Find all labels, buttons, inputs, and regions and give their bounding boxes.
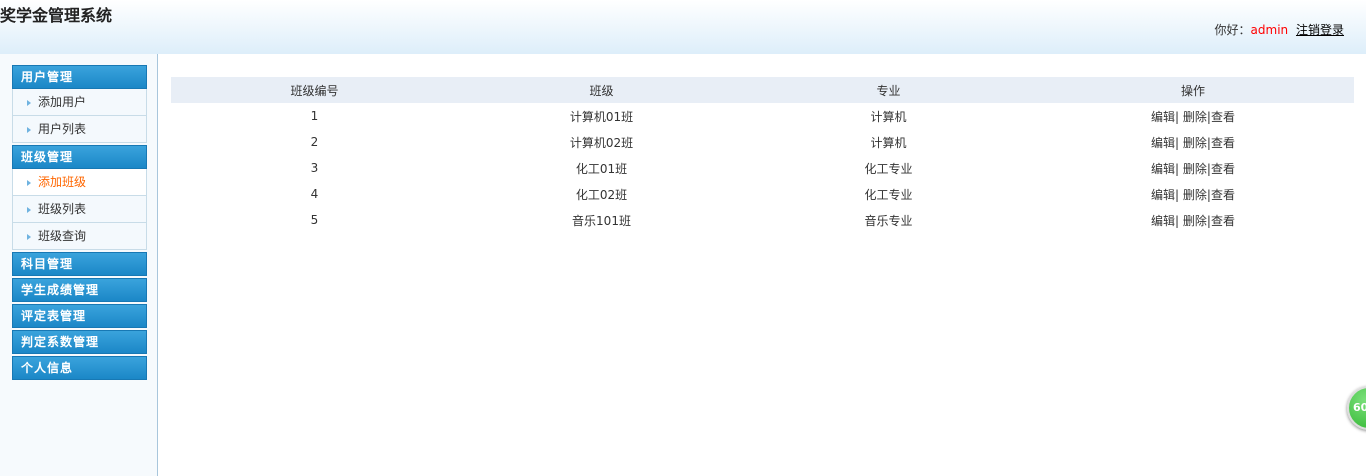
table-row: 2 计算机02班 计算机 编辑| 删除|查看: [171, 129, 1354, 155]
edit-link[interactable]: 编辑|: [1151, 188, 1179, 202]
sidebar-item[interactable]: 添加班级: [12, 169, 147, 196]
arrow-right-icon: [27, 99, 31, 106]
username: admin: [1250, 23, 1289, 37]
floating-speed-badge[interactable]: 60: [1347, 386, 1366, 430]
sidebar-item[interactable]: 班级列表: [12, 196, 147, 223]
sidebar-item-label: 添加用户: [38, 95, 87, 109]
edit-link[interactable]: 编辑|: [1151, 110, 1179, 124]
sidebar-item[interactable]: 班级查询: [12, 223, 147, 250]
view-link[interactable]: 查看: [1211, 188, 1235, 202]
sidebar-group: 用户管理添加用户用户列表: [12, 65, 147, 143]
sidebar-group: 班级管理添加班级班级列表班级查询: [12, 145, 147, 250]
actions-cell: 编辑| 删除|查看: [1032, 155, 1354, 181]
sidebar-group: 科目管理: [12, 252, 147, 276]
sidebar-group-header[interactable]: 判定系数管理: [12, 330, 147, 354]
class-name-cell: 音乐101班: [572, 213, 631, 228]
class-name-cell: 计算机01班: [569, 109, 634, 124]
app-title: 奖学金管理系统: [0, 6, 113, 25]
class-table-panel: 班级编号 班级 专业 操作 1 计算机01班 计算机 编辑| 删除|查看 2 计算机02班…: [171, 77, 1354, 233]
col-header-id: 班级编号: [171, 77, 458, 103]
major-cell: 计算机: [870, 135, 907, 150]
actions-cell: 编辑| 删除|查看: [1032, 181, 1354, 207]
table-row: 1 计算机01班 计算机 编辑| 删除|查看: [171, 103, 1354, 129]
delete-link[interactable]: 删除|: [1183, 188, 1211, 202]
major-cell: 化工专业: [864, 161, 913, 176]
col-header-actions: 操作: [1032, 77, 1354, 103]
view-link[interactable]: 查看: [1211, 214, 1235, 228]
view-link[interactable]: 查看: [1211, 110, 1235, 124]
arrow-right-icon: [27, 179, 31, 186]
delete-link[interactable]: 删除|: [1183, 214, 1211, 228]
sidebar-group-header[interactable]: 科目管理: [12, 252, 147, 276]
sidebar-group-header[interactable]: 班级管理: [12, 145, 147, 169]
class-id-cell: 2: [310, 135, 319, 149]
edit-link[interactable]: 编辑|: [1151, 214, 1179, 228]
sidebar-group: 学生成绩管理: [12, 278, 147, 302]
class-id-cell: 3: [310, 161, 319, 175]
view-link[interactable]: 查看: [1211, 136, 1235, 150]
view-link[interactable]: 查看: [1211, 162, 1235, 176]
sidebar-item-label: 添加班级: [38, 175, 87, 189]
delete-link[interactable]: 删除|: [1183, 136, 1211, 150]
major-cell: 音乐专业: [864, 213, 913, 228]
sidebar-group-header[interactable]: 学生成绩管理: [12, 278, 147, 302]
sidebar: 用户管理添加用户用户列表班级管理添加班级班级列表班级查询科目管理 学生成绩管理 评定…: [0, 54, 158, 476]
arrow-right-icon: [27, 126, 31, 133]
logout-link[interactable]: 注销登录: [1296, 23, 1344, 37]
header: 奖学金管理系统 你好：admin 注销登录: [0, 0, 1366, 54]
edit-link[interactable]: 编辑|: [1151, 136, 1179, 150]
class-id-cell: 5: [310, 213, 319, 227]
actions-cell: 编辑| 删除|查看: [1032, 103, 1354, 129]
class-name-cell: 化工02班: [575, 187, 628, 202]
sidebar-item[interactable]: 用户列表: [12, 116, 147, 143]
sidebar-group: 个人信息: [12, 356, 147, 380]
sidebar-item-label: 班级列表: [38, 202, 87, 216]
class-table: 班级编号 班级 专业 操作 1 计算机01班 计算机 编辑| 删除|查看 2 计算机02班…: [171, 77, 1354, 233]
class-id-cell: 1: [310, 109, 319, 123]
actions-cell: 编辑| 删除|查看: [1032, 207, 1354, 233]
arrow-right-icon: [27, 206, 31, 213]
sidebar-group: 评定表管理: [12, 304, 147, 328]
delete-link[interactable]: 删除|: [1183, 110, 1211, 124]
arrow-right-icon: [27, 233, 31, 240]
col-header-major: 专业: [745, 77, 1032, 103]
user-bar: 你好：admin 注销登录: [1215, 21, 1344, 38]
sidebar-item[interactable]: 添加用户: [12, 89, 147, 116]
class-name-cell: 计算机02班: [569, 135, 634, 150]
delete-link[interactable]: 删除|: [1183, 162, 1211, 176]
sidebar-group-header[interactable]: 用户管理: [12, 65, 147, 89]
table-row: 5 音乐101班 音乐专业 编辑| 删除|查看: [171, 207, 1354, 233]
sidebar-group-header[interactable]: 个人信息: [12, 356, 147, 380]
table-row: 4 化工02班 化工专业 编辑| 删除|查看: [171, 181, 1354, 207]
sidebar-group: 判定系数管理: [12, 330, 147, 354]
greeting: 你好：: [1214, 23, 1251, 37]
sidebar-group-header[interactable]: 评定表管理: [12, 304, 147, 328]
edit-link[interactable]: 编辑|: [1151, 162, 1179, 176]
sidebar-item-label: 用户列表: [38, 122, 87, 136]
actions-cell: 编辑| 删除|查看: [1032, 129, 1354, 155]
class-id-cell: 4: [310, 187, 319, 201]
sidebar-item-label: 班级查询: [38, 229, 87, 243]
major-cell: 计算机: [870, 109, 907, 124]
table-row: 3 化工01班 化工专业 编辑| 删除|查看: [171, 155, 1354, 181]
major-cell: 化工专业: [864, 187, 913, 202]
col-header-class: 班级: [458, 77, 745, 103]
class-name-cell: 化工01班: [575, 161, 628, 176]
